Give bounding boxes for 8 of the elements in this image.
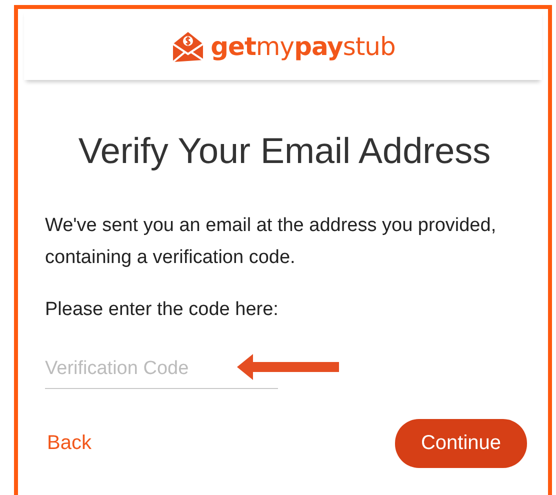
left-arrow-icon [237,354,339,380]
envelope-dollar-icon [170,30,205,64]
message-text: We've sent you an email at the address you provided, containing a verification code. [45,214,498,270]
logo-wordmark: getmypaystub [210,32,396,61]
back-link[interactable]: Back [47,432,92,455]
prompt-text: Please enter the code here: [45,298,280,322]
continue-button[interactable]: Continue [395,419,527,468]
page-title: Verify Your Email Address [77,130,492,172]
